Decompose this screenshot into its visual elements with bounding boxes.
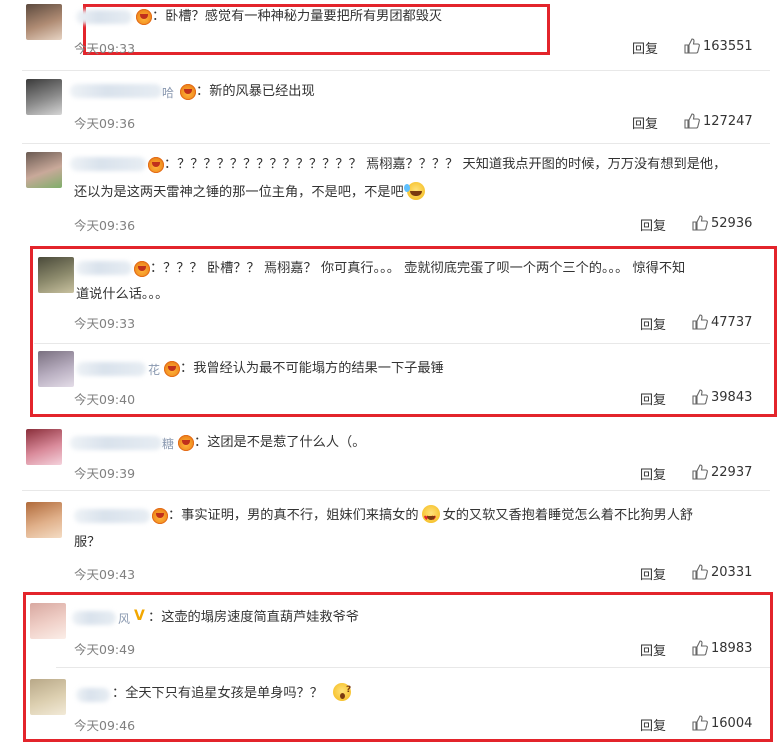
comment-item: ：事实证明，男的真不行，姐妹们来搞女的女的又软又香抱着睡觉怎么着不比狗男人舒 服… — [0, 493, 780, 589]
verified-v-icon: V — [134, 608, 145, 624]
comment-text: ：事实证明，男的真不行，姐妹们来搞女的女的又软又香抱着睡觉怎么着不比狗男人舒 — [168, 503, 693, 532]
reply-button[interactable]: 回复 — [640, 715, 666, 734]
comment-time: 今天09:40 — [74, 392, 136, 407]
reply-button[interactable]: 回复 — [640, 389, 666, 408]
like-count: 47737 — [711, 315, 753, 330]
member-badge-icon — [178, 435, 194, 451]
username-redacted[interactable] — [76, 688, 110, 702]
comment-time: 今天09:33 — [74, 41, 136, 56]
username-tail[interactable]: 风 — [118, 610, 130, 627]
thumbs-up-icon[interactable] — [684, 38, 700, 54]
username-tail[interactable]: 花 — [148, 361, 160, 378]
reply-button[interactable]: 回复 — [640, 640, 666, 659]
comment-time: 今天09:36 — [74, 218, 136, 233]
avatar[interactable] — [38, 351, 74, 387]
avatar[interactable] — [26, 502, 62, 538]
thumbs-up-icon[interactable] — [692, 464, 708, 480]
comment-text-line2: 道说什么话。。。 — [76, 287, 169, 302]
member-badge-icon — [152, 508, 168, 524]
like-count: 39843 — [711, 390, 753, 405]
comment-text: ：这团是不是惹了什么人（。 — [194, 435, 366, 450]
reply-button[interactable]: 回复 — [632, 38, 658, 57]
comment-time: 今天09:33 — [74, 316, 136, 331]
like-count: 52936 — [711, 216, 753, 231]
username-redacted[interactable] — [70, 157, 146, 171]
like-count: 163551 — [703, 39, 753, 54]
avatar[interactable] — [26, 79, 62, 115]
username-redacted[interactable] — [74, 509, 150, 523]
username-redacted[interactable] — [76, 362, 146, 376]
thumbs-up-icon[interactable] — [692, 389, 708, 405]
thumbs-up-icon[interactable] — [692, 640, 708, 656]
comment-text: ：这壶的塌房速度简直葫芦娃救爷爷 — [148, 610, 359, 625]
comment-item: ：？？？ 卧槽？？ 焉栩嘉？ 你可真行。。。 壶就彻底完蛋了呗一个两个三个的。。… — [0, 249, 780, 341]
like-count: 18983 — [711, 641, 753, 656]
avatar[interactable] — [26, 4, 62, 40]
username-redacted[interactable] — [76, 10, 132, 24]
like-count: 127247 — [703, 114, 753, 129]
comment-item: ：卧槽？感觉有一种神秘力量要把所有男团都毁灭 今天09:33 回复 163551 — [0, 0, 780, 70]
reply-button[interactable]: 回复 — [640, 314, 666, 333]
thumbs-up-icon[interactable] — [692, 215, 708, 231]
member-badge-icon — [164, 361, 180, 377]
comment-text: ：？？？ 卧槽？？ 焉栩嘉？ 你可真行。。。 壶就彻底完蛋了呗一个两个三个的。。… — [150, 261, 686, 276]
thumbs-up-icon[interactable] — [692, 715, 708, 731]
thumbs-up-icon[interactable] — [692, 564, 708, 580]
comment-text-line2: 服？ — [74, 535, 101, 550]
comment-text: ：新的风暴已经出现 — [196, 84, 315, 99]
comment-time: 今天09:39 — [74, 466, 136, 481]
laugh-cry-emoji-icon — [403, 182, 425, 200]
comment-text: ：？？？？？？？？？？？？？？ 焉栩嘉？？？？ 天知道我点开图的时候，万万没有想… — [164, 157, 727, 172]
member-badge-icon — [180, 84, 196, 100]
comment-item: ：全天下只有追星女孩是单身吗？？ 今天09:46 回复 16004 — [0, 667, 780, 739]
comment-time: 今天09:49 — [74, 642, 136, 657]
username-redacted[interactable] — [72, 611, 116, 625]
avatar[interactable] — [38, 257, 74, 293]
avatar[interactable] — [30, 603, 66, 639]
comment-text: ：全天下只有追星女孩是单身吗？？ — [112, 677, 351, 707]
member-badge-icon — [134, 261, 150, 277]
reply-button[interactable]: 回复 — [640, 464, 666, 483]
comment-item: ：？？？？？？？？？？？？？？ 焉栩嘉？？？？ 天知道我点开图的时候，万万没有想… — [0, 143, 780, 243]
username-redacted[interactable] — [70, 436, 162, 450]
comment-text: ：卧槽？感觉有一种神秘力量要把所有男团都毁灭 — [152, 9, 443, 24]
comment-time: 今天09:36 — [74, 116, 136, 131]
member-badge-icon — [148, 157, 164, 173]
avatar[interactable] — [30, 679, 66, 715]
like-count: 16004 — [711, 716, 753, 731]
reply-button[interactable]: 回复 — [640, 564, 666, 583]
comment-item: 花 ：我曾经认为最不可能塌方的结果一下子最锤 今天09:40 回复 39843 — [0, 343, 780, 413]
username-tail[interactable]: 哈 — [162, 84, 174, 101]
comment-time: 今天09:46 — [74, 718, 136, 733]
divider — [22, 490, 770, 491]
confused-emoji-icon — [333, 677, 351, 703]
comment-time: 今天09:43 — [74, 567, 136, 582]
comment-item: 风 V ：这壶的塌房速度简直葫芦娃救爷爷 今天09:49 回复 18983 — [0, 597, 780, 667]
comment-text: ：我曾经认为最不可能塌方的结果一下子最锤 — [180, 361, 444, 376]
comment-item: 糖 ：这团是不是惹了什么人（。 今天09:39 回复 22937 — [0, 420, 780, 490]
reply-button[interactable]: 回复 — [632, 113, 658, 132]
username-redacted[interactable] — [76, 261, 132, 275]
username-redacted[interactable] — [70, 84, 162, 98]
avatar[interactable] — [26, 429, 62, 465]
avatar[interactable] — [26, 152, 62, 188]
member-badge-icon — [136, 9, 152, 25]
thumbs-up-icon[interactable] — [684, 113, 700, 129]
username-tail[interactable]: 糖 — [162, 435, 174, 452]
reply-button[interactable]: 回复 — [640, 215, 666, 234]
comment-item: 哈 ：新的风暴已经出现 今天09:36 回复 127247 — [0, 70, 780, 146]
like-count: 20331 — [711, 565, 753, 580]
thumbs-up-icon[interactable] — [692, 314, 708, 330]
like-count: 22937 — [711, 465, 753, 480]
heart-eyes-emoji-icon — [421, 505, 440, 532]
comment-text-line2: 还以为是这两天雷神之锤的那一位主角，不是吧，不是吧 — [74, 180, 425, 206]
